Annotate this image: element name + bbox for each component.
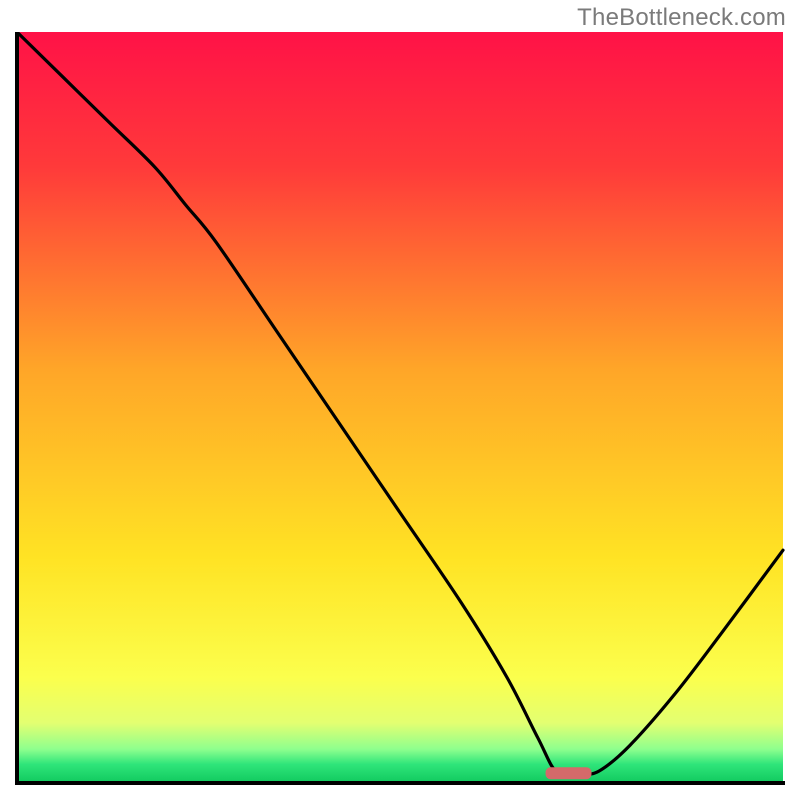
chart-svg (14, 32, 786, 786)
watermark-text: TheBottleneck.com (577, 4, 786, 32)
chart-container: TheBottleneck.com (0, 0, 800, 800)
optimum-marker (546, 767, 592, 779)
plot-area (14, 32, 786, 786)
